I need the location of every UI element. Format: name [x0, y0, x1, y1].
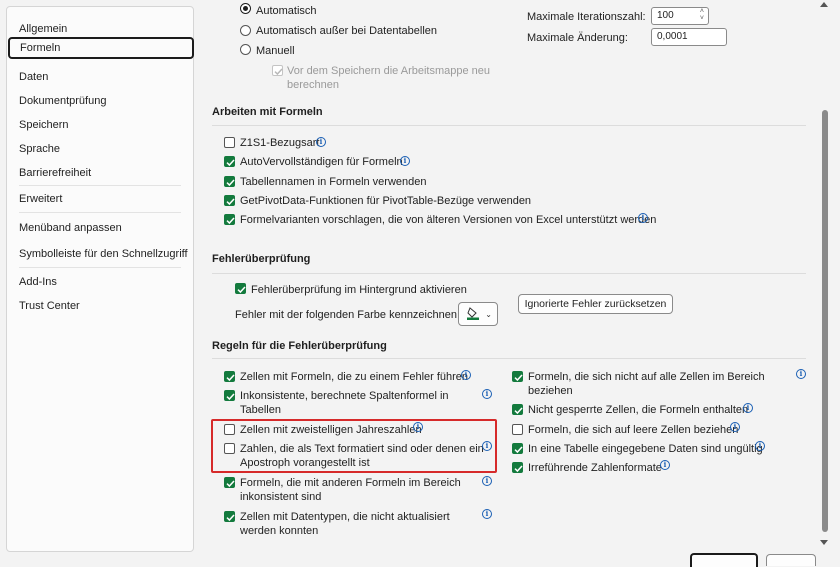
- max-iterations-label: Maximale Iterationszahl:: [527, 11, 646, 23]
- info-icon[interactable]: i: [660, 460, 670, 470]
- rule-inconsistent-formulas-checkbox[interactable]: [224, 477, 235, 488]
- getpivotdata-label: GetPivotData-Funktionen für PivotTable-B…: [240, 195, 532, 207]
- info-icon[interactable]: i: [638, 213, 648, 223]
- formula-variants-checkbox[interactable]: [224, 214, 235, 225]
- info-icon[interactable]: i: [482, 389, 492, 399]
- sidebar-item-schnellzugriff[interactable]: Symbolleiste für den Schnellzugriff: [7, 243, 193, 265]
- sidebar-item-dokumentpruefung[interactable]: Dokumentprüfung: [7, 90, 193, 112]
- rule-label: Zellen mit Datentypen, die nicht aktuali…: [240, 511, 450, 523]
- options-content: Automatisch Automatisch außer bei Datent…: [200, 0, 818, 560]
- cancel-button[interactable]: [766, 554, 816, 566]
- rule-label: Nicht gesperrte Zellen, die Formeln enth…: [528, 404, 749, 416]
- info-icon[interactable]: i: [316, 137, 326, 147]
- radio-manual-label: Manuell: [256, 45, 295, 57]
- rule-label: Formeln, die sich nicht auf alle Zellen …: [528, 371, 765, 383]
- sidebar-item-erweitert[interactable]: Erweitert: [7, 188, 193, 210]
- section-title-rules: Regeln für die Fehlerüberprüfung: [212, 340, 387, 352]
- section-divider: [212, 358, 806, 359]
- info-icon[interactable]: i: [482, 476, 492, 486]
- info-icon[interactable]: i: [482, 509, 492, 519]
- sidebar-item-speichern[interactable]: Speichern: [7, 114, 193, 136]
- section-divider: [212, 125, 806, 126]
- rule-label: Formeln, die sich auf leere Zellen bezie…: [528, 424, 739, 436]
- rule-empty-cells-checkbox[interactable]: [512, 424, 523, 435]
- error-color-label: Fehler mit der folgenden Farbe kennzeich…: [235, 309, 461, 321]
- recalc-before-save-label-2: berechnen: [287, 79, 339, 91]
- info-icon[interactable]: i: [743, 403, 753, 413]
- rule-label: Formeln, die mit anderen Formeln im Bere…: [240, 477, 461, 489]
- highlight-box: [211, 419, 497, 473]
- rule-table-data-invalid-checkbox[interactable]: [512, 443, 523, 454]
- rule-label-2: inkonsistent sind: [240, 491, 322, 503]
- info-icon[interactable]: i: [461, 370, 471, 380]
- scroll-up-icon[interactable]: [820, 2, 828, 7]
- background-checking-label: Fehlerüberprüfung im Hintergrund aktivie…: [251, 284, 467, 296]
- scrollbar-thumb[interactable]: [822, 110, 828, 532]
- sidebar-item-add-ins[interactable]: Add-Ins: [7, 271, 193, 293]
- background-checking-checkbox[interactable]: [235, 283, 246, 294]
- section-title-error-checking: Fehlerüberprüfung: [212, 253, 311, 265]
- section-divider: [212, 273, 806, 274]
- rule-error-formulas-checkbox[interactable]: [224, 371, 235, 382]
- reset-ignored-errors-button[interactable]: Ignorierte Fehler zurücksetzen: [518, 294, 673, 314]
- table-names-label: Tabellennamen in Formeln verwenden: [240, 176, 427, 188]
- radio-manual[interactable]: [240, 44, 251, 55]
- radio-automatic-except[interactable]: [240, 25, 251, 36]
- sidebar-item-barrierefreiheit[interactable]: Barrierefreiheit: [7, 162, 193, 184]
- rule-label: Inkonsistente, berechnete Spaltenformel …: [240, 390, 449, 402]
- section-title-formulas: Arbeiten mit Formeln: [212, 106, 323, 118]
- rule-omit-cells-checkbox[interactable]: [512, 371, 523, 382]
- sidebar-divider: [19, 267, 181, 268]
- sidebar-item-menueband[interactable]: Menüband anpassen: [7, 217, 193, 239]
- autocomplete-checkbox[interactable]: [224, 156, 235, 167]
- sidebar-item-sprache[interactable]: Sprache: [7, 138, 193, 160]
- info-icon[interactable]: i: [400, 156, 410, 166]
- spinner-arrows-icon[interactable]: ˄ ˅: [700, 8, 704, 22]
- sidebar-divider: [19, 212, 181, 213]
- max-change-input[interactable]: 0,0001: [651, 28, 727, 46]
- chevron-down-icon: ⌄: [485, 310, 492, 319]
- rule-misleading-formats-checkbox[interactable]: [512, 462, 523, 473]
- max-change-label: Maximale Änderung:: [527, 32, 628, 44]
- formula-variants-label: Formelvarianten vorschlagen, die von ält…: [240, 214, 657, 226]
- max-iterations-spinner[interactable]: 100 ˄ ˅: [651, 7, 709, 25]
- rule-unlocked-cells-checkbox[interactable]: [512, 404, 523, 415]
- rule-label: Zellen mit Formeln, die zu einem Fehler …: [240, 371, 469, 383]
- rule-label-2: beziehen: [528, 385, 573, 397]
- radio-automatic[interactable]: [240, 3, 251, 14]
- rule-label: In eine Tabelle eingegebene Daten sind u…: [528, 443, 763, 455]
- rule-inconsistent-column-checkbox[interactable]: [224, 390, 235, 401]
- radio-automatic-label: Automatisch: [256, 5, 317, 17]
- max-iterations-value: 100: [657, 10, 674, 21]
- rule-data-types-checkbox[interactable]: [224, 511, 235, 522]
- r1c1-checkbox[interactable]: [224, 137, 235, 148]
- paint-bucket-icon: [467, 306, 479, 320]
- info-icon[interactable]: i: [755, 441, 765, 451]
- table-names-checkbox[interactable]: [224, 176, 235, 187]
- getpivotdata-checkbox[interactable]: [224, 195, 235, 206]
- recalc-before-save-checkbox[interactable]: [272, 65, 283, 76]
- r1c1-label: Z1S1-Bezugsart: [240, 137, 320, 149]
- sidebar-divider: [19, 185, 181, 186]
- rule-label: Irreführende Zahlenformate: [528, 462, 662, 474]
- error-color-picker[interactable]: ⌄: [458, 302, 498, 326]
- radio-automatic-except-label: Automatisch außer bei Datentabellen: [256, 25, 437, 37]
- info-icon[interactable]: i: [796, 369, 806, 379]
- rule-label-2: Tabellen: [240, 404, 281, 416]
- rule-label-2: werden konnten: [240, 525, 319, 537]
- autocomplete-label: AutoVervollständigen für Formeln: [240, 156, 403, 168]
- sidebar-item-trust-center[interactable]: Trust Center: [7, 295, 193, 317]
- recalc-before-save-label: Vor dem Speichern die Arbeitsmappe neu: [287, 65, 491, 77]
- options-sidebar: Allgemein Formeln Daten Dokumentprüfung …: [6, 6, 194, 552]
- ok-button[interactable]: [690, 553, 758, 567]
- sidebar-item-daten[interactable]: Daten: [7, 66, 193, 88]
- sidebar-item-formeln[interactable]: Formeln: [8, 37, 194, 59]
- scroll-down-icon[interactable]: [820, 540, 828, 545]
- info-icon[interactable]: i: [730, 422, 740, 432]
